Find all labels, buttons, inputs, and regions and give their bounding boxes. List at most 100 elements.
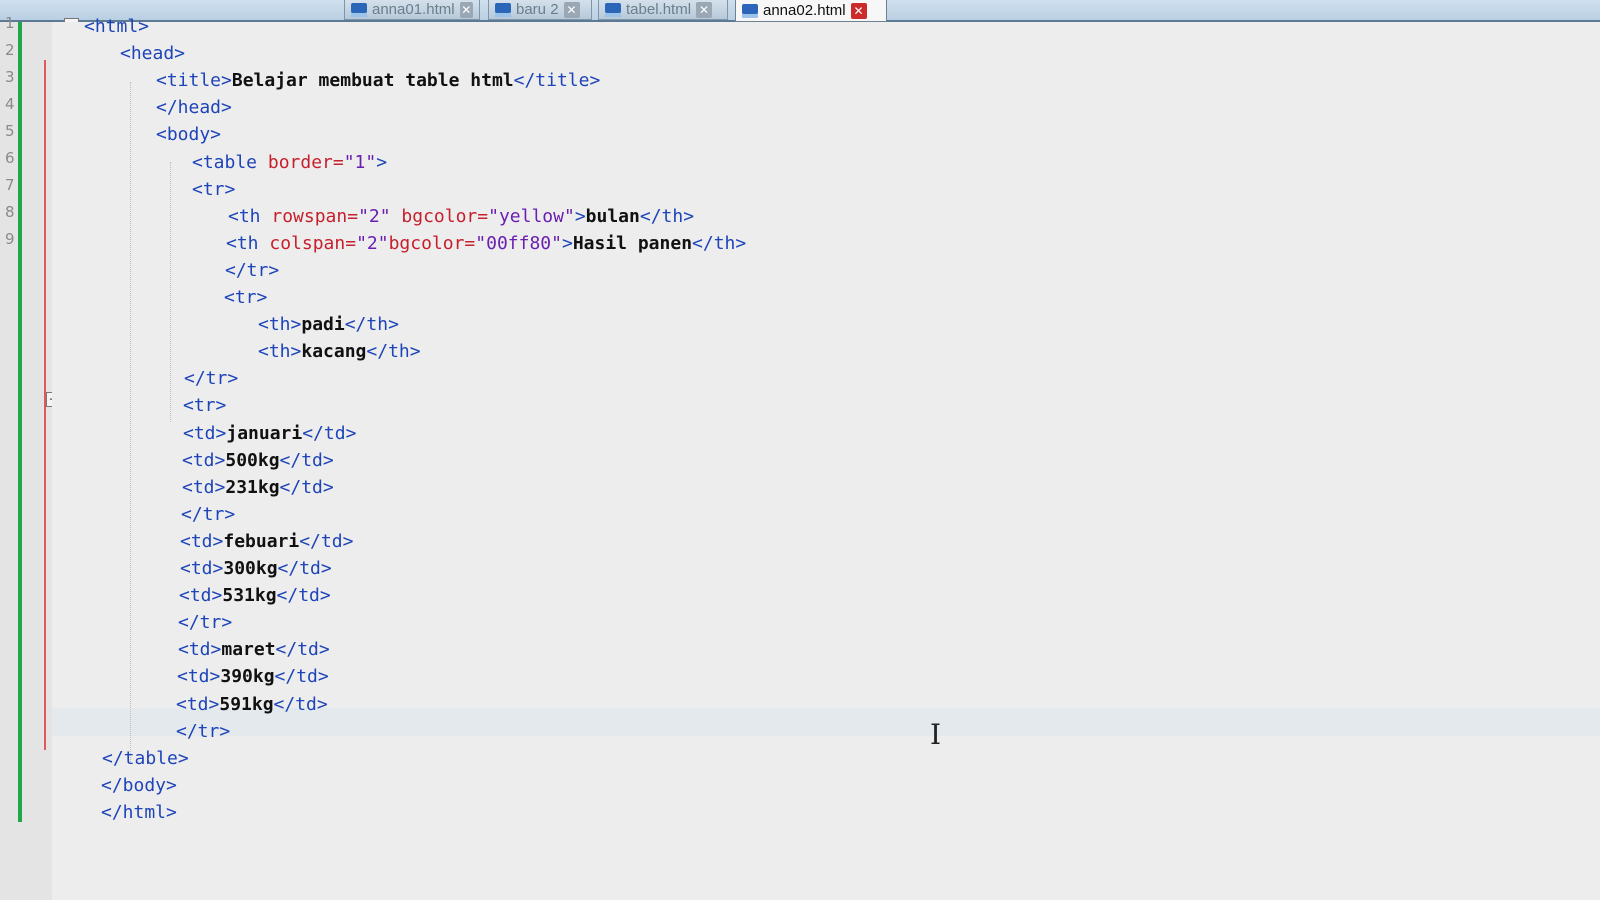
code-token: maret <box>221 639 276 661</box>
line-number: 9 <box>5 230 15 248</box>
code-token: Hasil panen <box>572 232 693 254</box>
code-token: </td> <box>277 558 332 579</box>
text-cursor-icon: I <box>930 718 942 751</box>
code-token: <th> <box>258 314 302 336</box>
code-token: 231kg <box>225 476 280 498</box>
file-icon <box>351 2 367 17</box>
code-token: > <box>561 232 573 254</box>
code-token: </th> <box>366 341 421 363</box>
close-icon[interactable]: ✕ <box>696 1 713 18</box>
code-token: </head> <box>156 97 232 119</box>
code-token: <tr> <box>192 178 236 200</box>
code-token: Belajar membuat table html <box>231 70 514 92</box>
code-line[interactable]: <tr> <box>224 287 267 308</box>
code-token: <td> <box>178 639 222 661</box>
code-line[interactable]: </table> <box>102 748 189 769</box>
code-token: <td> <box>179 585 223 607</box>
code-line[interactable]: <td>maret</td> <box>178 639 330 660</box>
code-line[interactable]: <th>kacang</th> <box>258 341 421 362</box>
code-token: </td> <box>279 449 334 471</box>
code-line[interactable]: </html> <box>101 802 177 823</box>
code-line[interactable]: <body> <box>156 124 221 145</box>
tab-label: anna02.html <box>763 2 846 19</box>
code-token: <th <box>228 205 272 227</box>
code-line[interactable]: </tr> <box>184 368 238 389</box>
code-token: kacang <box>301 341 367 363</box>
line-number: 7 <box>5 176 15 194</box>
code-line[interactable]: <td>591kg</td> <box>176 694 328 715</box>
code-line[interactable]: <th colspan="2"bgcolor="00ff80">Hasil pa… <box>226 233 746 254</box>
code-line[interactable]: <head> <box>120 43 185 64</box>
code-token: <head> <box>120 43 186 65</box>
code-token: </tr> <box>178 612 233 634</box>
code-token: <tr> <box>224 287 268 308</box>
code-line[interactable]: <td>390kg</td> <box>177 666 329 687</box>
code-token: </td> <box>299 530 354 552</box>
code-token: "yellow" <box>488 205 575 227</box>
code-token: padi <box>301 314 345 336</box>
line-number: 4 <box>5 95 15 113</box>
tab-tabel-html[interactable]: tabel.html ✕ <box>598 0 728 20</box>
code-line[interactable]: </body> <box>101 775 177 796</box>
code-token: bgcolor= <box>388 232 476 254</box>
code-line[interactable]: <th>padi</th> <box>258 314 399 335</box>
code-line[interactable]: </tr> <box>181 504 235 525</box>
code-line[interactable]: <html> <box>84 16 149 37</box>
code-token: </table> <box>102 747 189 769</box>
code-token: </body> <box>101 774 177 796</box>
code-line[interactable]: <th rowspan="2" bgcolor="yellow">bulan</… <box>228 206 694 227</box>
code-token: border= <box>267 151 344 173</box>
code-token: </tr> <box>181 503 236 525</box>
code-line[interactable]: <td>531kg</td> <box>179 585 331 606</box>
code-token: <td> <box>176 693 220 715</box>
line-number: 5 <box>5 122 15 140</box>
code-token: </title> <box>513 70 601 92</box>
code-token: "2" <box>358 205 391 227</box>
line-number: 8 <box>5 203 15 221</box>
close-icon[interactable]: ✕ <box>459 1 473 18</box>
code-line[interactable]: </tr> <box>178 612 232 633</box>
indent-guide <box>130 82 131 762</box>
code-token: </tr> <box>184 368 239 390</box>
code-token: <td> <box>180 558 224 579</box>
line-number: 2 <box>5 41 15 59</box>
tab-label: tabel.html <box>626 1 692 18</box>
code-token: </html> <box>101 801 177 823</box>
code-token: <body> <box>156 124 222 146</box>
code-token: > <box>376 151 388 173</box>
tab-label: anna01.html <box>372 1 455 18</box>
code-token: 591kg <box>219 693 274 715</box>
code-line[interactable]: <table border="1"> <box>192 152 387 173</box>
code-token: </th> <box>344 314 399 336</box>
tab-anna02-html[interactable]: anna02.html ✕ <box>735 0 887 22</box>
code-token: > <box>574 205 586 227</box>
code-line[interactable]: </tr> <box>176 721 230 742</box>
code-line[interactable]: <td>febuari</td> <box>180 531 353 552</box>
line-number: 1 <box>5 14 15 32</box>
code-line[interactable]: <title>Belajar membuat table html</title… <box>156 70 600 91</box>
tab-anna01[interactable]: anna01.html ✕ <box>344 0 480 20</box>
code-line[interactable]: <tr> <box>183 395 226 416</box>
code-line[interactable]: </tr> <box>225 260 279 281</box>
indent-guide <box>170 162 171 422</box>
code-token: colspan= <box>269 232 357 254</box>
code-line[interactable]: <td>januari</td> <box>183 423 356 444</box>
code-line[interactable]: <tr> <box>192 179 235 200</box>
close-icon[interactable]: ✕ <box>563 1 580 18</box>
code-line[interactable]: <td>300kg</td> <box>180 558 332 579</box>
code-token: <tr> <box>183 395 227 417</box>
code-token: </td> <box>275 639 330 661</box>
code-line[interactable]: </head> <box>156 97 232 118</box>
close-icon[interactable]: ✕ <box>850 2 867 19</box>
code-line[interactable]: <td>500kg</td> <box>182 450 334 471</box>
code-token: <html> <box>84 16 150 37</box>
tab-baru-2[interactable]: baru 2 ✕ <box>488 0 592 20</box>
code-token: <td> <box>183 422 227 444</box>
code-editor[interactable]: <html> <head> <title>Belajar membuat table… <box>52 16 1600 900</box>
line-number: 6 <box>5 149 15 167</box>
code-token: 531kg <box>222 585 277 607</box>
line-number: 3 <box>5 68 15 86</box>
code-token: </td> <box>279 476 334 498</box>
tab-bar: anna01.html ✕ baru 2 ✕ tabel.html ✕ anna… <box>0 0 1600 22</box>
code-line[interactable]: <td>231kg</td> <box>182 477 334 498</box>
